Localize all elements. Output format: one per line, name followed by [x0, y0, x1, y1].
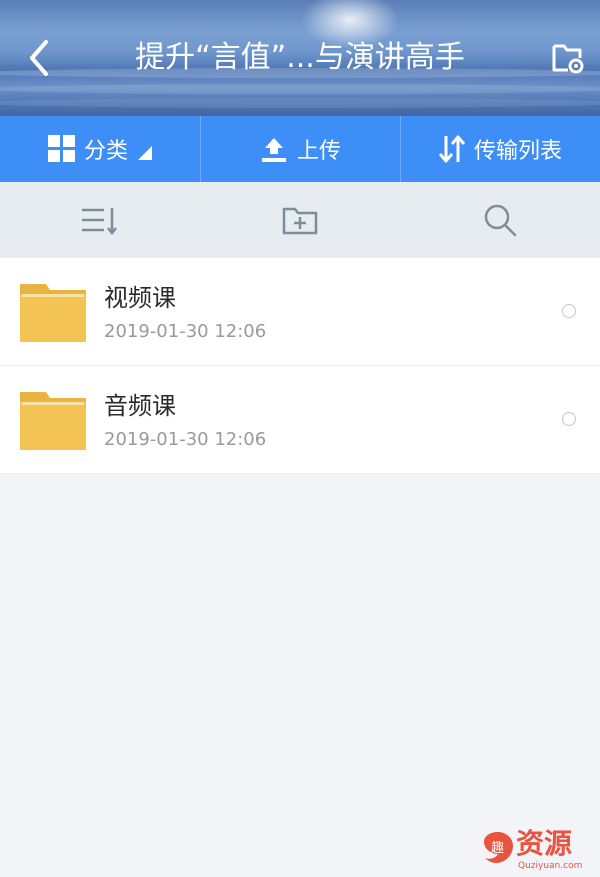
grid-icon	[47, 135, 75, 162]
watermark-logo-char: 趣	[491, 841, 504, 856]
action-toolbar: 分类 上传 传输列表	[0, 116, 600, 182]
folder-icon	[20, 284, 86, 342]
file-list: 视频课 2019-01-30 12:06 音频课 2019-01-30 12:0…	[0, 258, 600, 474]
file-date: 2019-01-30 12:06	[104, 321, 267, 342]
new-folder-button[interactable]	[200, 182, 400, 258]
header-wave	[0, 98, 600, 108]
list-item[interactable]: 音频课 2019-01-30 12:06	[0, 366, 600, 474]
transfer-icon	[438, 135, 466, 163]
new-folder-icon	[282, 207, 318, 235]
category-button[interactable]: 分类	[0, 116, 200, 182]
chevron-left-icon	[30, 40, 48, 76]
back-button[interactable]	[22, 38, 58, 78]
header-bar: 提升“言值”...与演讲高手	[0, 0, 600, 116]
watermark-text: 资源	[516, 827, 573, 860]
file-name: 音频课	[104, 392, 176, 420]
folder-icon	[20, 392, 86, 450]
watermark-logo: 趣	[484, 832, 513, 863]
search-button[interactable]	[400, 182, 600, 258]
transfer-list-label: 传输列表	[473, 139, 562, 164]
page-title: 提升“言值”...与演讲高手	[135, 40, 465, 75]
select-checkbox[interactable]	[562, 304, 576, 318]
upload-button[interactable]: 上传	[200, 116, 400, 182]
list-item[interactable]: 视频课 2019-01-30 12:06	[0, 258, 600, 366]
select-checkbox[interactable]	[562, 412, 576, 426]
sort-icon	[82, 208, 117, 236]
upload-label: 上传	[296, 139, 341, 164]
header-wave	[0, 84, 600, 94]
dropdown-caret-icon	[138, 146, 152, 160]
transfer-list-button[interactable]: 传输列表	[400, 116, 600, 182]
folder-settings-button[interactable]	[548, 38, 588, 78]
folder-settings-icon	[552, 44, 584, 74]
watermark-url: Quziyuan.com	[518, 861, 583, 871]
file-name: 视频课	[104, 284, 176, 312]
file-date: 2019-01-30 12:06	[104, 429, 267, 450]
secondary-toolbar	[0, 182, 600, 258]
upload-icon	[261, 138, 286, 162]
search-icon	[484, 204, 517, 237]
sort-button[interactable]	[0, 182, 200, 258]
watermark: 趣 资源 Quziyuan.com	[480, 826, 598, 874]
category-label: 分类	[83, 139, 128, 164]
